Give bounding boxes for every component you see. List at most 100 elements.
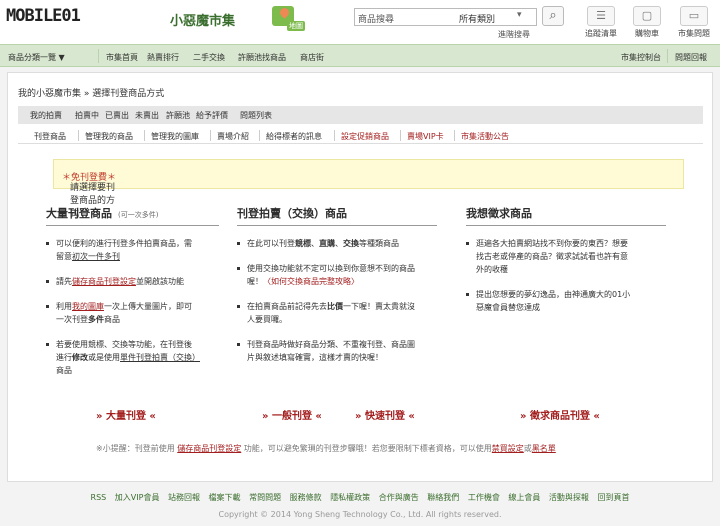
subtab-vip-card[interactable]: 賣場VIP卡 (407, 131, 444, 142)
advanced-search-link[interactable]: 進階搜尋 (498, 29, 530, 40)
cart-button[interactable]: ▢ 購物車 (630, 6, 664, 39)
footer-link-advertising[interactable]: 合作與廣告 (379, 493, 419, 502)
first-multi-listing-link[interactable]: 初次一件多刊 (72, 252, 120, 261)
bulk-listing-list: 可以便利的進行刊登多件拍賣商品，需 留意初次一件多刊 請先儲存商品刊登設定並開啟該… (46, 237, 224, 389)
category-select[interactable]: 所有類別 (459, 12, 495, 25)
search-icon: ⌕ (549, 8, 557, 23)
breadcrumb: 我的小惡魔市集 » 選擇刊登商品方式 (18, 89, 165, 99)
footer-link-jobs[interactable]: 工作機會 (468, 493, 500, 502)
tracking-list-button[interactable]: ☰ 追蹤清單 (584, 6, 618, 39)
chevron-down-icon[interactable]: ▾ (517, 10, 522, 20)
help-icon: ▭ (680, 6, 708, 26)
subtab-manage-gallery[interactable]: 管理我的圖庫 (151, 131, 199, 142)
sub-tab-bar: 刊登商品 管理我的商品 管理我的圖庫 賣場介紹 給得標者的訊息 設定促銷商品 賣… (18, 126, 703, 144)
footer-link-faq[interactable]: 常問問題 (249, 493, 281, 502)
auction-listing-list: 在此可以刊登競標、直購、交換等種類商品 使用交換功能就不定可以換到你意想不到的商… (237, 237, 449, 376)
footer-link-report[interactable]: 站務回報 (168, 493, 200, 502)
single-listing-link[interactable]: 單件刊登拍賣（交換） (120, 353, 200, 362)
bulk-listing-title: 大量刊登商品 (可一次多件) (46, 207, 159, 220)
top-header: MOBILE01 小惡魔市集 地圖 商品搜尋 所有類別 ▾ ⌕ 進階搜尋 ☰ 追蹤… (0, 0, 720, 44)
main-nav: 商品分類一覽 ▼ 市集首頁 熱賣排行 二手交換 許願池找商品 商店街 市集控制台… (0, 44, 720, 67)
wanted-listing-button[interactable]: » 徵求商品刊登 « (520, 407, 600, 422)
market-brand[interactable]: 小惡魔市集 (170, 10, 235, 29)
list-item: 刊登商品時做好商品分類、不重複刊登、商品圖 片與敘述填寫確實，這樣才賣的快喔！ (237, 338, 449, 364)
tab-my-auctions[interactable]: 我的拍賣 (30, 110, 62, 121)
nav-second-hand[interactable]: 二手交換 (193, 52, 225, 63)
list-item: 逛遍各大拍賣網站找不到你要的東西？想要 找古老或停產的商品？徵求試試看也許有意 外的… (466, 237, 678, 276)
footer-link-online-members[interactable]: 線上會員 (508, 493, 540, 502)
copyright: Copyright © 2014 Yong Sheng Technology C… (218, 510, 502, 519)
my-gallery-link[interactable]: 我的圖庫 (72, 302, 104, 311)
list-icon: ☰ (587, 6, 615, 26)
search-input[interactable]: 商品搜尋 (358, 12, 394, 25)
subtab-post-item[interactable]: 刊登商品 (34, 131, 66, 142)
site-logo[interactable]: MOBILE01 (6, 6, 81, 26)
divider (46, 225, 219, 226)
blacklist-link[interactable]: 黑名單 (532, 444, 556, 453)
tab-question-list[interactable]: 問題列表 (240, 110, 272, 121)
tab-bar: 我的拍賣 拍賣中 已賣出 未賣出 許願池 給予評價 問題列表 (18, 106, 703, 124)
list-item: 可以便利的進行刊登多件拍賣商品，需 留意初次一件多刊 (46, 237, 224, 263)
tracking-list-label: 追蹤清單 (585, 29, 617, 38)
main-panel: 我的小惡魔市集 » 選擇刊登商品方式 我的拍賣 拍賣中 已賣出 未賣出 許願池 … (7, 72, 713, 482)
wanted-listing-column: 我想徵求商品 逛遍各大拍賣網站找不到你要的東西？想要 找古老或停產的商品？徵求試試… (466, 205, 666, 312)
subtab-promo-items[interactable]: 設定促銷商品 (341, 131, 389, 142)
auction-listing-column: 刊登拍賣（交換）商品 在此可以刊登競標、直購、交換等種類商品 使用交換功能就不定… (237, 205, 437, 362)
nav-control-panel[interactable]: 市集控制台 (621, 52, 661, 63)
tab-wishing-pool[interactable]: 許願池 (166, 110, 190, 121)
notice-text: 請選擇要刊登商品的方式 ＊免刊登費＊ (62, 173, 117, 219)
nav-market-home[interactable]: 市集首頁 (106, 52, 138, 63)
auction-listing-title: 刊登拍賣（交換）商品 (237, 207, 347, 220)
footer-link-download[interactable]: 檔案下載 (209, 493, 241, 502)
footer-link-vip[interactable]: 加入VIP會員 (115, 493, 160, 502)
footer-link-events[interactable]: 活動與探報 (549, 493, 589, 502)
normal-listing-button[interactable]: » 一般刊登 « (262, 407, 322, 422)
subtab-shop-intro[interactable]: 賣場介紹 (217, 131, 249, 142)
tab-give-rating[interactable]: 給予評價 (196, 110, 228, 121)
footer-links: RSS 加入VIP會員 站務回報 檔案下載 常問問題 服務條款 隱私權政策 合作… (0, 492, 720, 503)
exchange-guide-link[interactable]: 〈如何交換商品完整攻略〉 (263, 277, 359, 286)
map-badge: 地圖 (287, 21, 305, 31)
search-box[interactable]: 商品搜尋 所有類別 ▾ (354, 8, 537, 26)
footer-link-top[interactable]: 回到頁首 (597, 493, 629, 502)
nav-report-issue[interactable]: 問題回報 (675, 52, 707, 63)
market-help-label: 市集問題 (678, 29, 710, 38)
wanted-listing-list: 逛遍各大拍賣網站找不到你要的東西？想要 找古老或停產的商品？徵求試試看也許有意 外的… (466, 237, 678, 326)
footer-link-rss[interactable]: RSS (91, 493, 107, 502)
tab-sold[interactable]: 已賣出 (105, 110, 129, 121)
nav-hot-ranking[interactable]: 熱賣排行 (147, 52, 179, 63)
tip-text: ※小提醒：刊登前使用 儲存商品刊登設定 功能，可以避免繁瑣的刊登步驟哦！若您要限… (96, 444, 556, 453)
footer-link-terms[interactable]: 服務條款 (290, 493, 322, 502)
wanted-listing-title: 我想徵求商品 (466, 207, 532, 220)
search-button[interactable]: ⌕ (542, 6, 564, 26)
list-item: 在此可以刊登競標、直購、交換等種類商品 (237, 237, 449, 250)
purchase-restriction-link[interactable]: 禁買設定 (492, 444, 524, 453)
nav-shop-street[interactable]: 商店街 (300, 52, 324, 63)
list-item: 利用我的圖庫一次上傳大量圖片，即可 一次刊登多件商品 (46, 300, 224, 326)
subtab-market-events[interactable]: 市集活動公告 (461, 131, 509, 142)
list-item: 若要使用競標、交換等功能，在刊登後 進行修改或是使用單件刊登拍賣（交換） 商品 (46, 338, 224, 377)
footer-link-contact[interactable]: 聯絡我們 (427, 493, 459, 502)
list-item: 使用交換功能就不定可以換到你意想不到的商品 喔！〈如何交換商品完整攻略〉 (237, 262, 449, 288)
tab-on-sale[interactable]: 拍賣中 (75, 110, 99, 121)
save-listing-settings-link[interactable]: 儲存商品刊登設定 (72, 277, 136, 286)
bulk-listing-button[interactable]: » 大量刊登 « (96, 407, 156, 422)
list-item: 請先儲存商品刊登設定並開啟該功能 (46, 275, 224, 288)
subtab-winner-message[interactable]: 給得標者的訊息 (266, 131, 322, 142)
divider (237, 225, 437, 226)
list-item: 在拍賣商品前記得先去比價一下喔！賣太貴就沒 人要買囉。 (237, 300, 449, 326)
bulk-listing-column: 大量刊登商品 (可一次多件) 可以便利的進行刊登多件拍賣商品，需 留意初次一件多刊 … (46, 205, 219, 375)
market-help-button[interactable]: ▭ 市集問題 (677, 6, 711, 39)
cart-icon: ▢ (633, 6, 661, 26)
divider (466, 225, 666, 226)
footer-link-privacy[interactable]: 隱私權政策 (330, 493, 370, 502)
cart-label: 購物車 (635, 29, 659, 38)
save-settings-tip-link[interactable]: 儲存商品刊登設定 (177, 444, 241, 453)
nav-wishing-pool[interactable]: 許願池找商品 (238, 52, 286, 63)
list-item: 提出您想要的夢幻逸品，由神通廣大的01小 惡魔會員替您達成 (466, 288, 678, 314)
quick-listing-button[interactable]: » 快速刊登 « (355, 407, 415, 422)
subtab-manage-items[interactable]: 管理我的商品 (85, 131, 133, 142)
tab-unsold[interactable]: 未賣出 (135, 110, 159, 121)
nav-category-menu[interactable]: 商品分類一覽 ▼ (8, 52, 65, 63)
notice-box: 請選擇要刊登商品的方式 ＊免刊登費＊ (53, 159, 684, 219)
